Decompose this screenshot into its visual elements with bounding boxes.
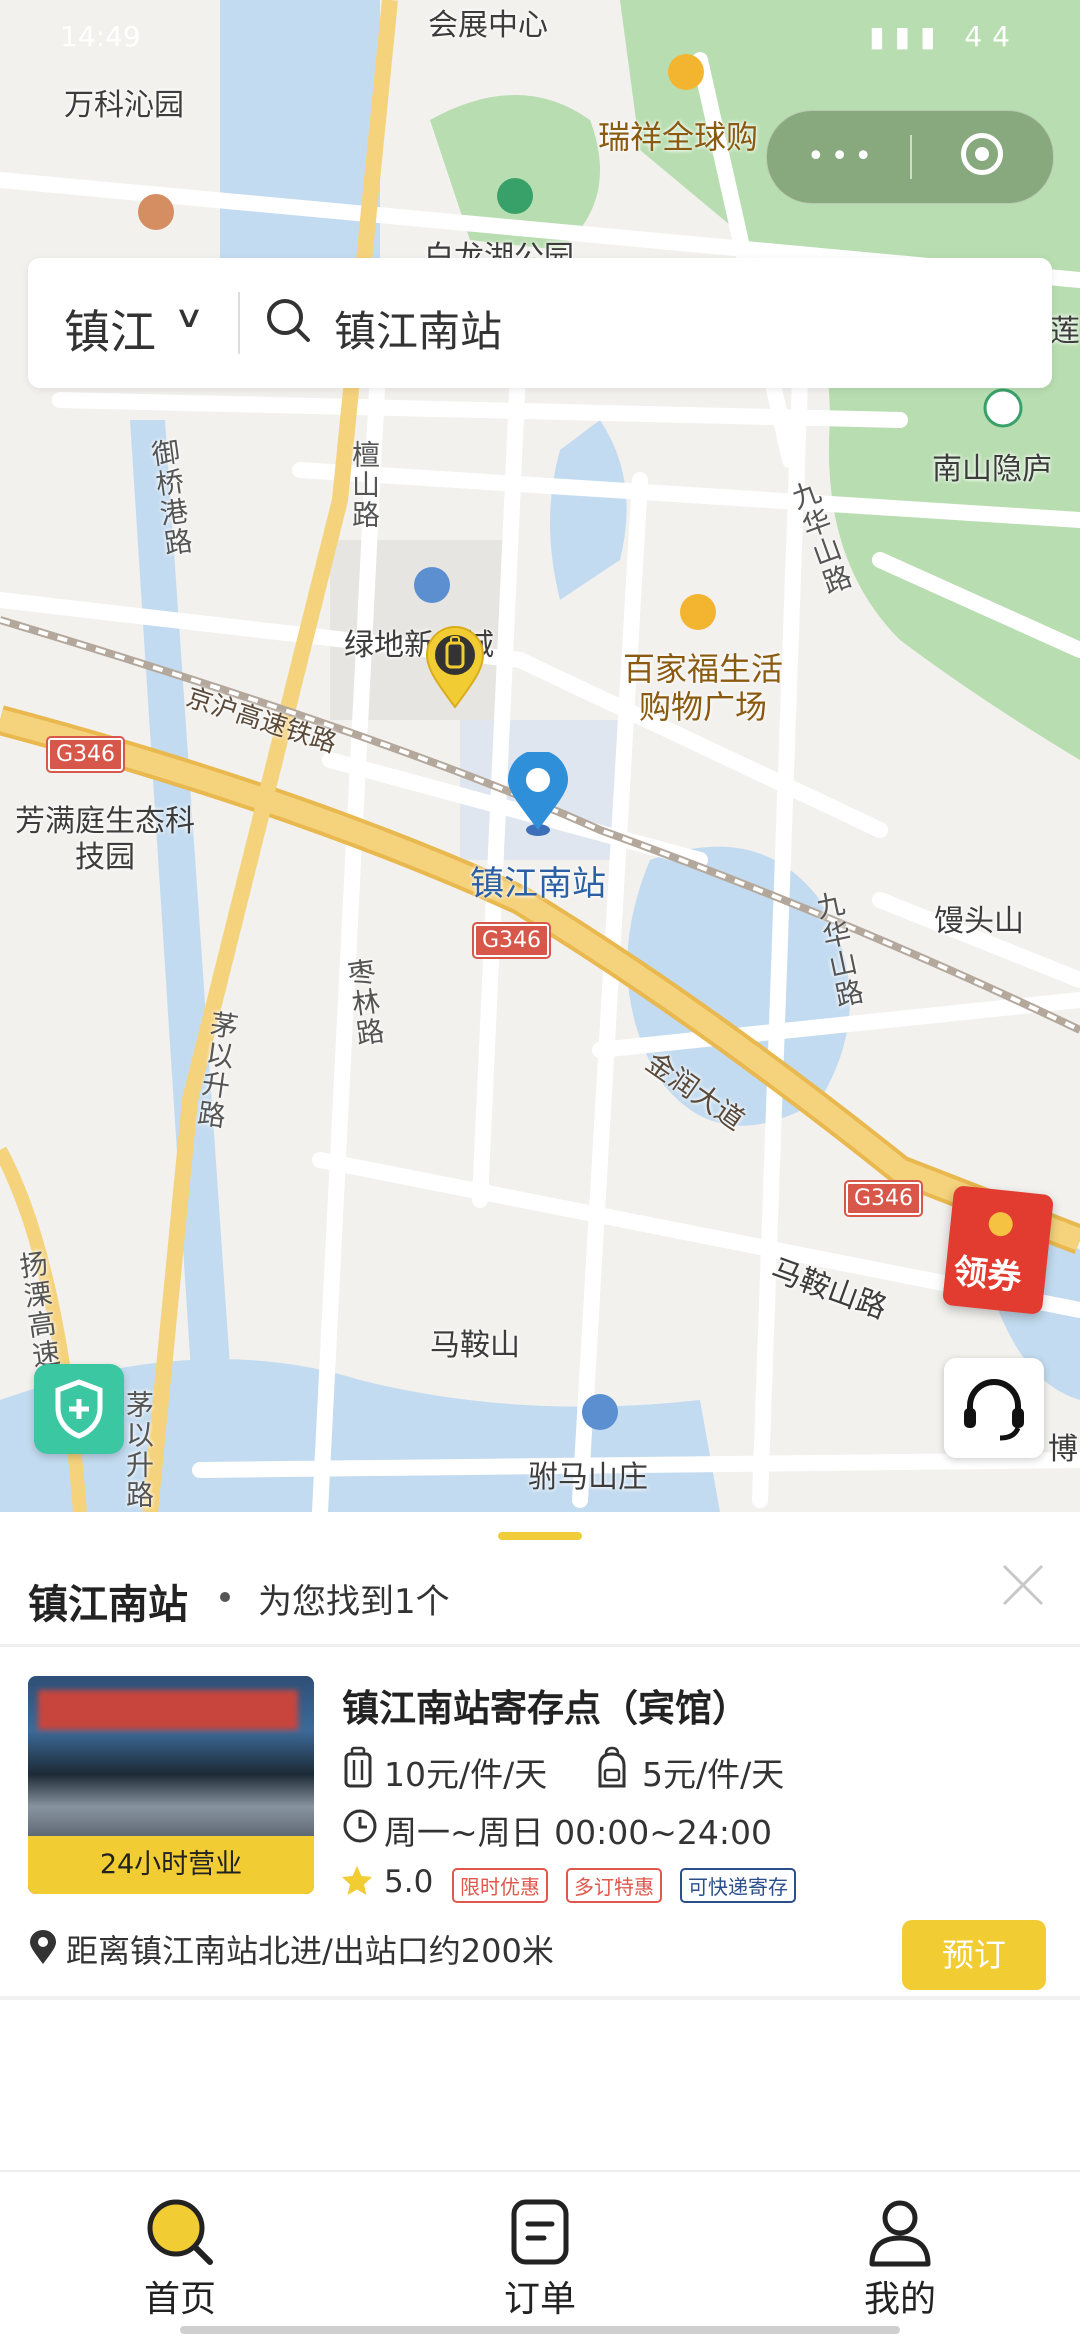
map-label: 万科沁园 [64,88,184,123]
store-sign-image [38,1690,298,1730]
coupon-button[interactable]: 领券 [942,1185,1054,1315]
signal-icon: ▮▮▮ [869,20,946,53]
clock-icon [343,1809,377,1843]
tab-profile-label: 我的 [863,2279,936,2320]
status-bar: 14:49 ▮▮▮ 44 [0,0,1080,80]
star-icon [342,1866,372,1895]
home-indicator [180,2326,900,2334]
map-label: 驸马山庄 [528,1460,648,1495]
sheet-title: 镇江南站 [28,1582,188,1628]
price-large-item: 10元/件/天 [384,1755,548,1794]
divider [0,1644,1080,1647]
price-small-item: 5元/件/天 [642,1755,785,1794]
coupon-clasp-icon [987,1210,1014,1238]
battery-icon: 44 [964,20,1020,53]
more-dots-icon[interactable]: ••• [807,139,878,174]
divider [0,1996,1080,2000]
location-icon [30,1930,56,1964]
order-icon [511,2199,569,2265]
map-label: 百家福生活购物广场 [622,650,783,726]
highway-shield: G346 [474,924,550,957]
search-divider [238,292,240,354]
map-label-station: 镇江南站 [470,864,606,904]
map-label: 馒头山 [934,904,1024,939]
headset-icon [964,1379,1024,1441]
rating-value: 5.0 [384,1864,434,1900]
tab-home-label: 首页 [143,2279,216,2320]
search-icon [267,299,310,342]
suitcase-icon [344,1746,372,1788]
search-bar: 镇江 ∨ 镇江南站 [28,258,1052,388]
coupon-label: 领券 [951,1251,1024,1299]
backpack-icon [598,1746,626,1788]
chevron-down-icon[interactable]: ∨ [174,300,205,335]
sheet-handle[interactable] [498,1532,582,1540]
tab-bar: 首页 订单 我的 [0,2170,1080,2342]
map-label: 芳满庭生态科技园 [15,804,195,875]
highway-shield: G346 [48,738,124,771]
close-icon[interactable] [1000,1562,1046,1608]
customer-service-button[interactable] [944,1358,1044,1458]
separator-dot [220,1592,230,1602]
shield-icon [55,1379,103,1439]
tab-orders[interactable]: 订单 [440,2172,640,2342]
highway-shield: G346 [846,1182,922,1215]
results-sheet: 镇江南站 为您找到1个 24小时营业 镇江南站寄存点（宾馆） 10元/件/天 5… [0,1512,1080,2172]
miniprogram-capsule: ••• [766,110,1054,204]
safety-shield-button[interactable] [34,1364,124,1454]
tag-multi-order-discount: 多订特惠 [566,1868,662,1903]
map-label: 南山隐庐 [932,452,1052,487]
store-name[interactable]: 镇江南站寄存点（宾馆） [342,1678,749,1732]
map-label: 茅以升路 [122,1390,155,1510]
opening-hours: 周一~周日 00:00~24:00 [384,1813,772,1852]
map-label: 马鞍山 [430,1328,520,1363]
distance-text: 距离镇江南站北进/出站口约200米 [66,1932,554,1970]
capsule-divider [910,135,912,179]
search-input[interactable]: 镇江南站 [334,298,502,359]
profile-icon [869,2200,931,2267]
status-icons: ▮▮▮ 44 [869,20,1020,53]
tab-orders-label: 订单 [503,2279,576,2320]
tag-limited-offer: 限时优惠 [452,1868,548,1903]
map-label: 莲 [1050,314,1080,349]
tab-home[interactable]: 首页 [80,2172,280,2342]
map-label: 檀山路 [348,440,381,530]
tag-express-storage: 可快递寄存 [680,1868,796,1903]
open-hours-badge: 24小时营业 [28,1836,314,1894]
store-photo[interactable]: 24小时营业 [28,1676,314,1894]
city-selector[interactable]: 镇江 [64,296,156,362]
status-time: 14:49 [60,20,141,53]
book-button[interactable]: 预订 [902,1920,1046,1990]
home-search-icon [147,2199,213,2265]
map-label: 瑞祥全球购 [598,118,759,156]
target-icon[interactable] [961,133,1003,175]
tab-profile[interactable]: 我的 [800,2172,1000,2342]
map-view[interactable]: 会展中心 万科沁园 瑞祥全球购 白龙湖公园 南山隐庐 莲 御桥港路 檀山路 绿地… [0,0,1080,1512]
map-label: 博 [1048,1432,1078,1467]
result-count: 为您找到1个 [258,1582,450,1622]
